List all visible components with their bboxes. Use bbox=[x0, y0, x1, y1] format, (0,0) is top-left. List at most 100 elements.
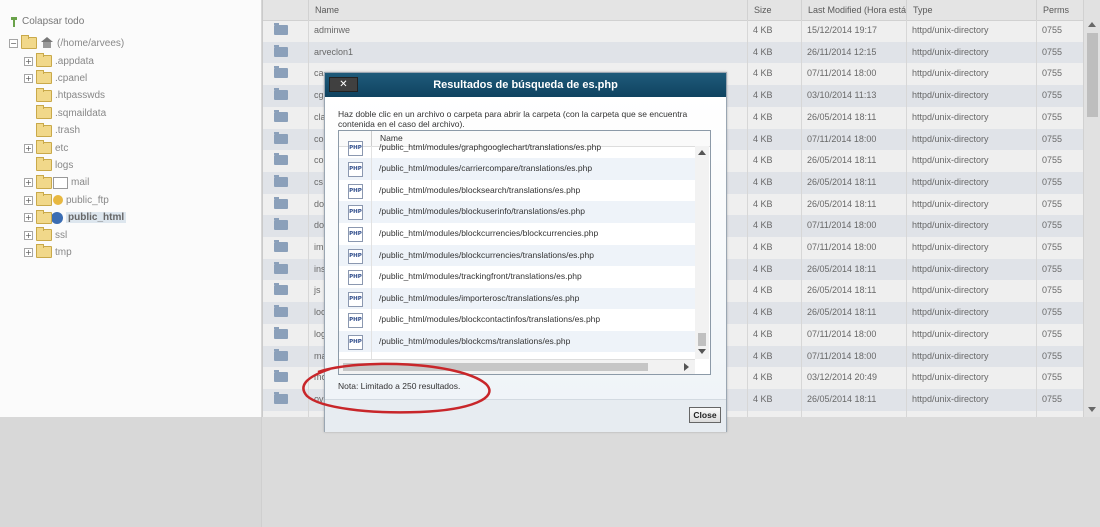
result-row[interactable]: PHP/public_html/modules/blockuserinfo/tr… bbox=[339, 201, 695, 223]
cell-type: httpd/unix-directory bbox=[912, 350, 989, 361]
tree-item[interactable]: + public_html bbox=[24, 209, 127, 226]
header-icon-column[interactable] bbox=[263, 0, 308, 20]
php-file-icon: PHP bbox=[348, 162, 363, 178]
cell-perms: 0755 bbox=[1042, 111, 1063, 122]
cell-name: adminwe bbox=[314, 25, 351, 35]
result-row[interactable]: PHP/public_html/modules/carriercompare/t… bbox=[339, 158, 695, 180]
cell-perms: 0755 bbox=[1042, 350, 1063, 361]
header-perms[interactable]: Perms bbox=[1036, 0, 1084, 20]
expand-icon[interactable]: + bbox=[24, 143, 33, 153]
php-file-icon: PHP bbox=[348, 313, 363, 329]
folder-icon bbox=[36, 70, 52, 85]
file-list-scrollbar[interactable] bbox=[1083, 0, 1100, 417]
folder-icon bbox=[274, 23, 288, 35]
result-row[interactable]: PHP/public_html/modules/blockcontactinfo… bbox=[339, 309, 695, 331]
tree-item[interactable]: + .cpanel bbox=[24, 70, 87, 86]
cell-size: 4 KB bbox=[753, 46, 773, 57]
expand-icon[interactable]: + bbox=[24, 213, 33, 223]
results-horizontal-scrollbar[interactable] bbox=[339, 359, 695, 374]
column-divider bbox=[371, 146, 372, 359]
header-type[interactable]: Type bbox=[906, 0, 1036, 20]
cell-modified: 26/05/2014 18:11 bbox=[807, 263, 877, 274]
cell-size: 4 KB bbox=[753, 25, 773, 35]
result-path: /public_html/modules/graphgooglechart/tr… bbox=[379, 141, 602, 152]
cell-size: 4 KB bbox=[753, 350, 773, 361]
tree-item[interactable]: + ssl bbox=[24, 227, 67, 243]
tree-item[interactable]: + etc bbox=[24, 140, 68, 156]
folder-icon bbox=[274, 218, 288, 231]
column-divider bbox=[747, 20, 748, 417]
folder-icon bbox=[274, 88, 288, 101]
cell-type: httpd/unix-directory bbox=[912, 372, 989, 383]
scroll-down-arrow-icon[interactable] bbox=[1088, 407, 1096, 412]
expand-icon[interactable]: + bbox=[24, 195, 33, 205]
cell-perms: 0755 bbox=[1042, 372, 1063, 383]
folder-icon bbox=[274, 261, 288, 274]
tree-item-label: .cpanel bbox=[55, 72, 88, 84]
table-row[interactable]: adminwe 4 KB 15/12/2014 19:17 httpd/unix-di… bbox=[263, 20, 1084, 42]
result-row[interactable]: PHP/public_html/modules/blockcurrencies/… bbox=[339, 223, 695, 245]
folder-icon bbox=[274, 196, 288, 209]
scroll-up-arrow-icon[interactable] bbox=[698, 150, 706, 155]
header-last-modified[interactable]: Last Modified (Hora está bbox=[801, 0, 906, 20]
scroll-up-arrow-icon[interactable] bbox=[1088, 22, 1096, 27]
cell-modified: 07/11/2014 18:00 bbox=[807, 133, 877, 144]
cell-type: httpd/unix-directory bbox=[912, 176, 989, 187]
result-row[interactable]: PHP/public_html/modules/blocksearch/tran… bbox=[339, 180, 695, 202]
result-row[interactable]: PHP/public_html/modules/trackingfront/tr… bbox=[339, 266, 695, 288]
scroll-thumb[interactable] bbox=[1087, 33, 1098, 117]
folder-icon bbox=[36, 227, 52, 241]
ftp-icon bbox=[53, 195, 63, 206]
scroll-down-arrow-icon[interactable] bbox=[698, 349, 706, 354]
scroll-right-arrow-icon[interactable] bbox=[684, 363, 689, 371]
table-row[interactable]: arveclon1 4 KB 26/11/2014 12:15 httpd/unix-… bbox=[263, 41, 1084, 64]
search-results-dialog: Resultados de búsqueda de es.php ✕ Haz d… bbox=[324, 72, 727, 432]
cell-size: 4 KB bbox=[753, 198, 773, 209]
folder-icon bbox=[274, 240, 288, 252]
php-file-icon: PHP bbox=[348, 248, 363, 264]
collapse-all-button[interactable]: Colapsar todo bbox=[9, 16, 84, 27]
expand-icon[interactable]: + bbox=[24, 247, 33, 257]
scroll-thumb[interactable] bbox=[698, 333, 706, 346]
dialog-close-icon[interactable]: ✕ bbox=[329, 77, 358, 92]
tree-item[interactable]: + mail bbox=[24, 174, 89, 191]
folder-icon bbox=[274, 305, 288, 318]
close-button[interactable]: Close bbox=[689, 407, 721, 423]
tree-item-label: tmp bbox=[55, 246, 72, 258]
tree-item-label: .trash bbox=[55, 125, 81, 137]
collapse-icon[interactable]: − bbox=[9, 38, 18, 48]
header-name[interactable]: Name bbox=[308, 0, 747, 20]
tree-item[interactable]: + .appdata bbox=[24, 53, 94, 69]
tree-item[interactable]: .trash bbox=[24, 122, 81, 139]
scroll-thumb[interactable] bbox=[343, 363, 648, 371]
tree-item[interactable]: .htpasswds bbox=[24, 87, 105, 104]
result-path: /public_html/modules/trackingfront/trans… bbox=[379, 271, 582, 282]
tree-item[interactable]: logs bbox=[24, 157, 73, 173]
folder-tree-panel: Colapsar todo − (/home/arvees) + .appdata… bbox=[0, 0, 262, 417]
folder-icon bbox=[274, 326, 288, 339]
folder-icon bbox=[274, 44, 288, 57]
tree-root[interactable]: − (/home/arvees) bbox=[9, 35, 124, 51]
file-list-empty-area bbox=[262, 417, 1100, 527]
results-vertical-scrollbar[interactable] bbox=[695, 146, 709, 359]
expand-icon[interactable]: + bbox=[24, 73, 33, 83]
header-size[interactable]: Size bbox=[747, 0, 801, 20]
result-row[interactable]: PHP/public_html/modules/blockcms/transla… bbox=[339, 330, 695, 353]
php-file-icon: PHP bbox=[348, 205, 363, 221]
cell-modified: 26/05/2014 18:11 bbox=[807, 285, 877, 296]
result-row[interactable]: PHP/public_html/modules/blockcurrencies/… bbox=[339, 244, 695, 267]
tree-item[interactable]: + public_ftp bbox=[24, 192, 109, 208]
expand-icon[interactable]: + bbox=[24, 230, 33, 240]
result-row[interactable]: PHP/public_html/modules/importerosc/tran… bbox=[339, 287, 695, 310]
folder-icon bbox=[274, 66, 288, 79]
expand-icon[interactable]: + bbox=[24, 178, 33, 188]
tree-item[interactable]: + tmp bbox=[24, 244, 72, 260]
folder-icon bbox=[274, 283, 288, 296]
expand-icon[interactable]: + bbox=[24, 56, 33, 66]
cell-perms: 0755 bbox=[1042, 393, 1063, 404]
result-path: /public_html/modules/blockcms/translatio… bbox=[379, 335, 571, 346]
search-results-list: Name PHP/public_html/modules/graphgoogle… bbox=[338, 130, 711, 375]
tree-item-label: public_ftp bbox=[66, 194, 109, 206]
tree-item[interactable]: .sqmaildata bbox=[24, 105, 106, 121]
result-row[interactable]: PHP/public_html/modules/graphgooglechart… bbox=[339, 137, 695, 159]
